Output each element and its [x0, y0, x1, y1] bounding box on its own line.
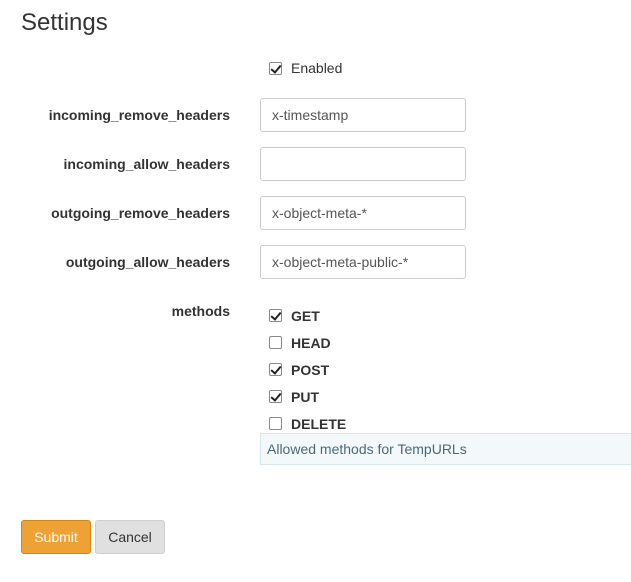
outgoing-allow-headers-input[interactable]	[260, 245, 466, 279]
method-checkbox[interactable]	[269, 390, 282, 403]
methods-checkbox-list: GET HEAD POST PUT DELETE	[269, 302, 346, 437]
method-checkbox[interactable]	[269, 417, 282, 430]
incoming-remove-headers-label: incoming_remove_headers	[48, 107, 230, 123]
method-label: POST	[291, 361, 330, 378]
method-label: GET	[291, 307, 320, 324]
enabled-checkbox-row[interactable]: Enabled	[269, 58, 342, 78]
cancel-button[interactable]: Cancel	[95, 520, 165, 554]
method-item-head[interactable]: HEAD	[269, 329, 346, 356]
method-checkbox[interactable]	[269, 363, 282, 376]
outgoing-remove-headers-label: outgoing_remove_headers	[51, 205, 230, 221]
method-item-get[interactable]: GET	[269, 302, 346, 329]
method-checkbox[interactable]	[269, 309, 282, 322]
enabled-checkbox[interactable]	[269, 61, 282, 75]
incoming-allow-headers-label: incoming_allow_headers	[63, 156, 231, 172]
method-checkbox[interactable]	[269, 336, 282, 349]
enabled-label: Enabled	[291, 60, 343, 76]
methods-help-text: Allowed methods for TempURLs	[260, 433, 631, 465]
method-label: HEAD	[291, 334, 331, 351]
method-label: DELETE	[291, 415, 347, 432]
method-label: PUT	[291, 388, 319, 405]
incoming-allow-headers-input[interactable]	[260, 147, 466, 181]
outgoing-remove-headers-input[interactable]	[260, 196, 466, 230]
method-item-put[interactable]: PUT	[269, 383, 346, 410]
submit-button[interactable]: Submit	[21, 520, 91, 554]
page-title: Settings	[21, 9, 108, 36]
methods-label: methods	[171, 303, 230, 319]
outgoing-allow-headers-label: outgoing_allow_headers	[65, 254, 230, 270]
incoming-remove-headers-input[interactable]	[260, 98, 466, 132]
method-item-post[interactable]: POST	[269, 356, 346, 383]
